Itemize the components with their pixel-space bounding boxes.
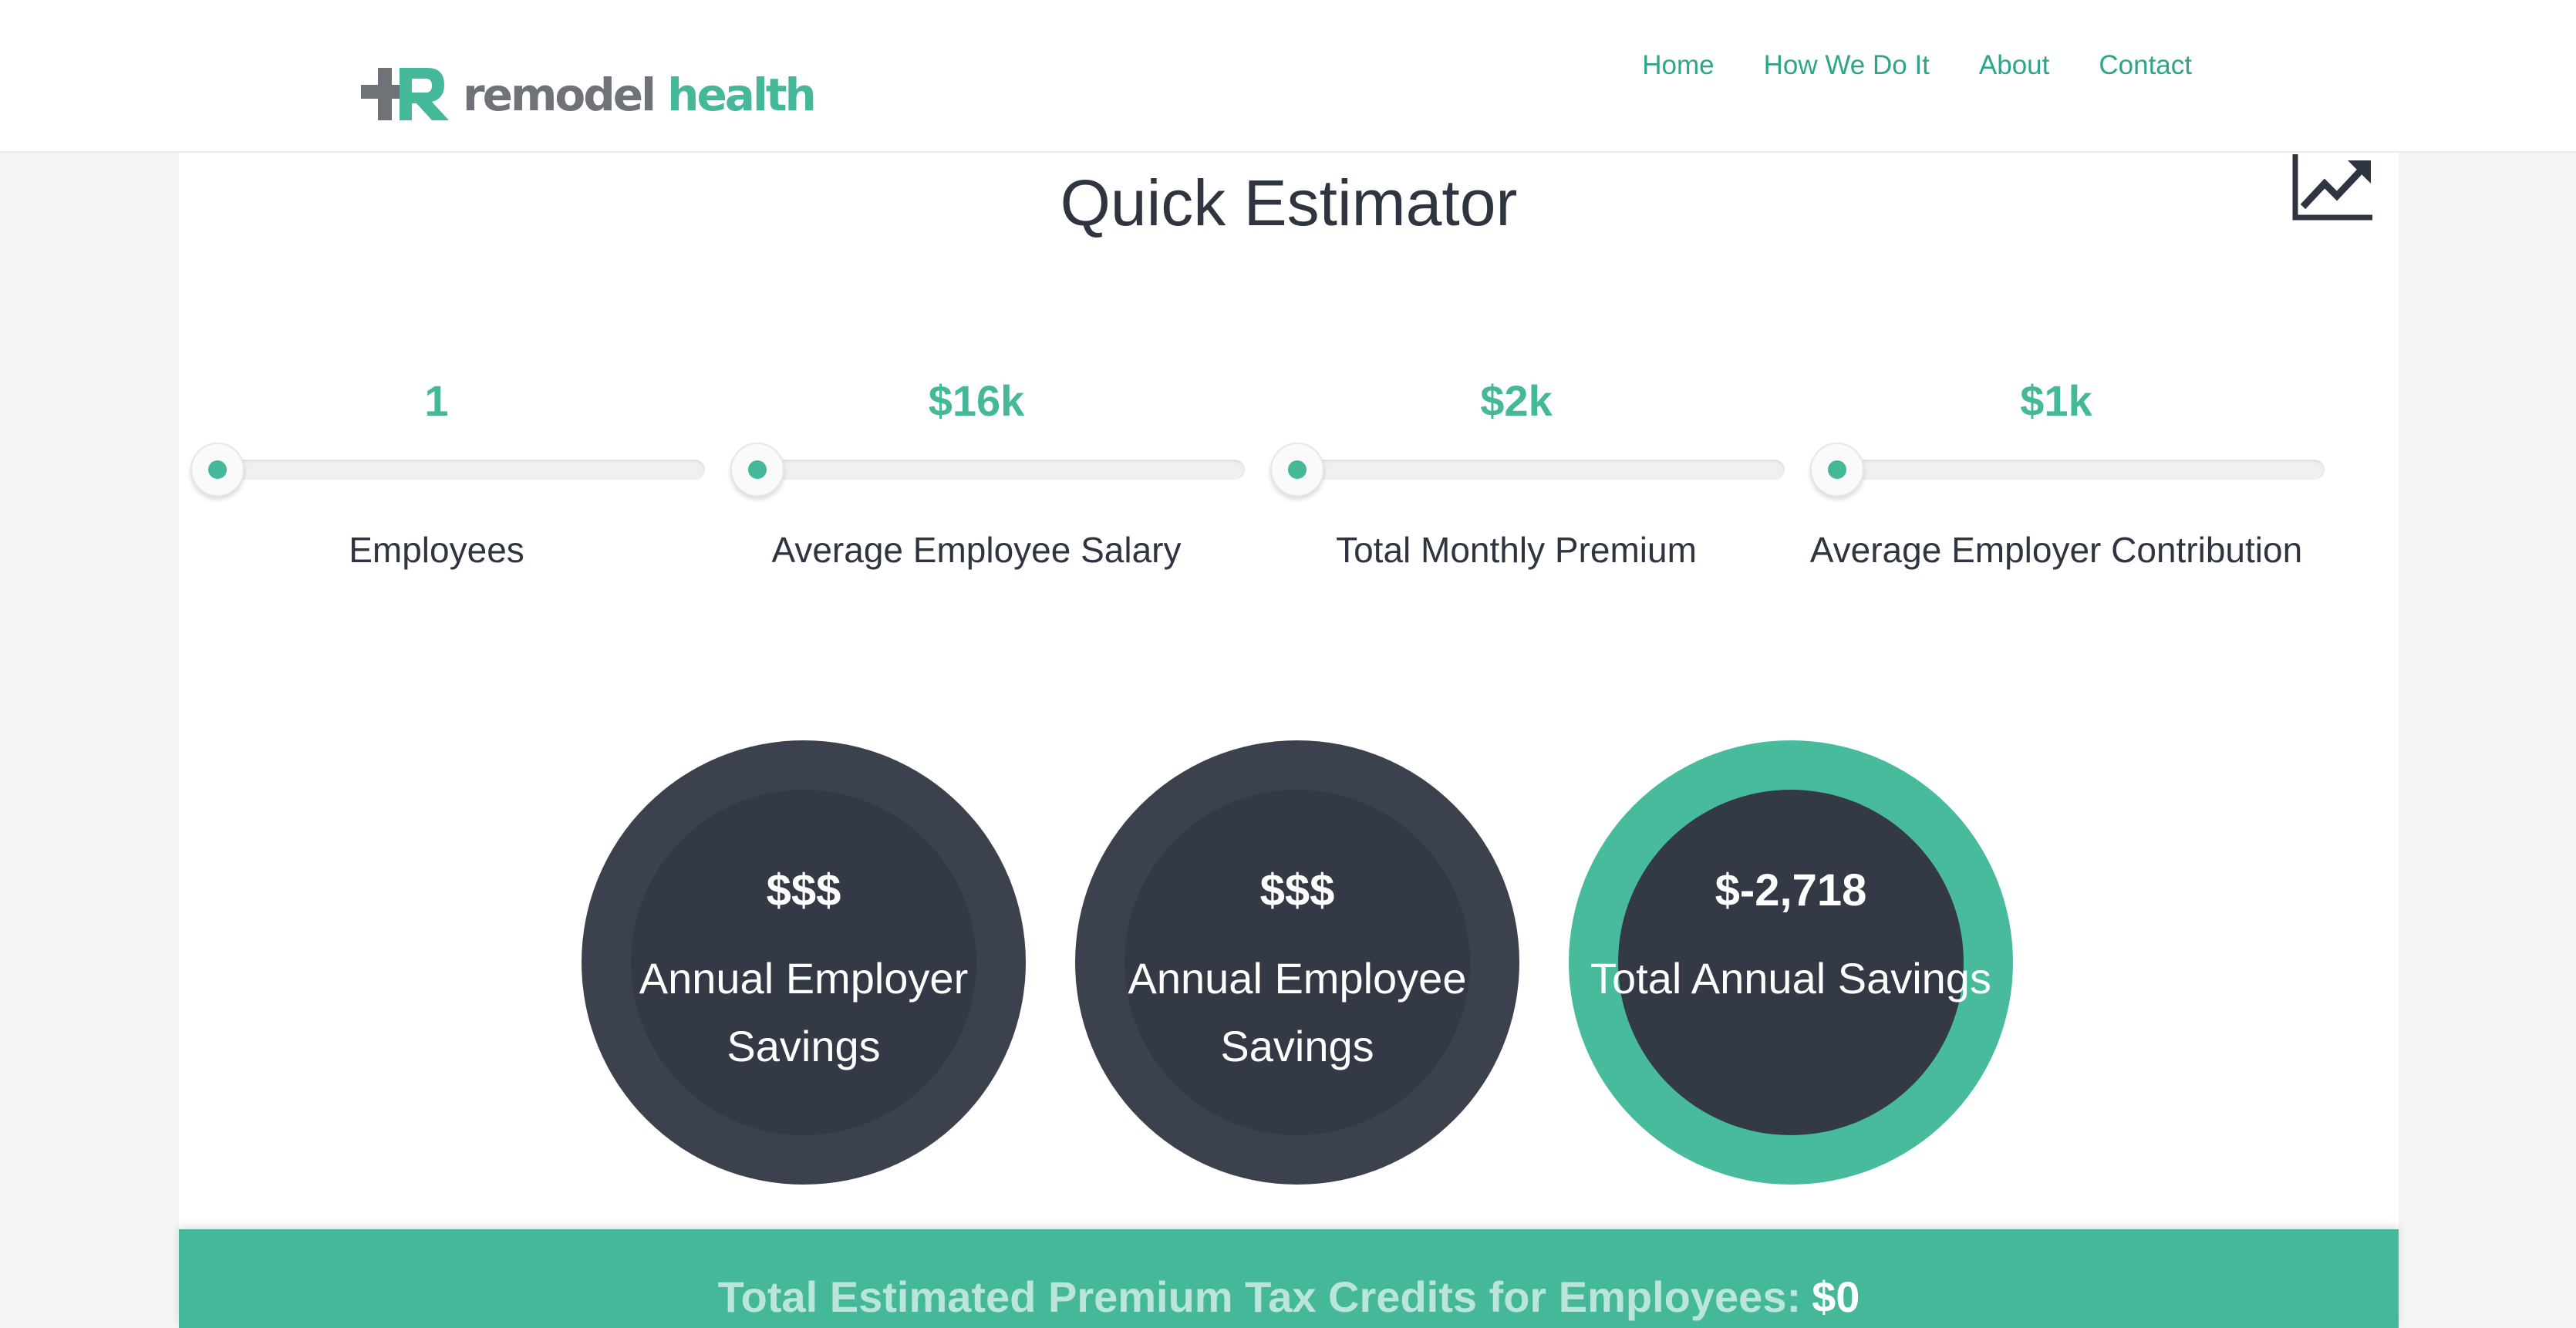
nav-contact[interactable]: Contact [2099, 46, 2192, 85]
slider-value: $1k [2020, 376, 2092, 425]
slider-handle[interactable] [730, 443, 784, 497]
slider-label: Average Employee Salary [771, 530, 1182, 570]
slider-value: $16k [928, 376, 1025, 425]
slider-track[interactable] [1837, 460, 2325, 480]
savings-amount: $-2,718 [1715, 865, 1867, 915]
slider-label: Average Employer Contribution [1809, 530, 2303, 570]
handle-dot [208, 460, 227, 479]
tax-credits-text: Total Estimated Premium Tax Credits for … [179, 1266, 2399, 1328]
logo-word-remodel: remodel [463, 69, 656, 121]
page-title: Quick Estimator [1060, 167, 1518, 239]
slider-track[interactable] [757, 460, 1245, 480]
nav-about[interactable]: About [1979, 46, 2049, 85]
slider-track[interactable] [1297, 460, 1785, 480]
premium-tax-credits-bar: Total Estimated Premium Tax Credits for … [179, 1229, 2399, 1328]
slider-value: 1 [424, 376, 449, 425]
slider-handle[interactable] [1810, 443, 1864, 497]
slider-label: Employees [349, 530, 524, 570]
slider-track[interactable] [217, 460, 705, 480]
slider-handle[interactable] [1270, 443, 1324, 497]
nav-home[interactable]: Home [1642, 46, 1714, 85]
handle-dot [748, 460, 767, 479]
site-header: remodel health Home How We Do It About C… [0, 0, 2576, 153]
tax-credits-label: Total Estimated Premium Tax Credits for … [717, 1272, 1802, 1321]
savings-caption: Total Annual Savings [1590, 954, 1991, 1003]
slider-average-employee-salary: $16k Average Employee Salary [719, 369, 1245, 677]
logo-word-health: health [667, 69, 817, 121]
annual-employer-savings-circle: $$$ Annual Employer Savings [582, 740, 1026, 1185]
tax-credits-value: $0 [1812, 1272, 1860, 1321]
nav-how-we-do-it[interactable]: How We Do It [1764, 46, 1930, 85]
slider-label: Total Monthly Premium [1336, 530, 1697, 570]
slider-handle[interactable] [191, 443, 244, 497]
logo-wordmark: remodel health [463, 69, 817, 121]
savings-caption: Annual Employee Savings [1128, 954, 1467, 1070]
estimator-card: Quick Estimator 1 Employees $16k Average… [179, 153, 2399, 1328]
handle-dot [1288, 460, 1307, 479]
handle-dot [1828, 460, 1846, 479]
savings-amount: $$$ [1259, 865, 1335, 915]
slider-employees: 1 Employees [179, 369, 705, 677]
savings-caption: Annual Employer Savings [639, 954, 969, 1070]
total-annual-savings-circle: $-2,718 Total Annual Savings [1569, 740, 2013, 1185]
annual-employee-savings-circle: $$$ Annual Employee Savings [1075, 740, 1519, 1185]
main-nav: Home How We Do It About Contact [1593, 46, 2192, 85]
slider-average-employer-contribution: $1k Average Employer Contribution [1799, 369, 2325, 677]
trending-up-chart-icon[interactable] [2291, 153, 2375, 224]
savings-amount: $$$ [766, 865, 841, 915]
slider-value: $2k [1480, 376, 1553, 425]
slider-total-monthly-premium: $2k Total Monthly Premium [1259, 369, 1785, 677]
plus-r-logo-icon [361, 68, 449, 120]
